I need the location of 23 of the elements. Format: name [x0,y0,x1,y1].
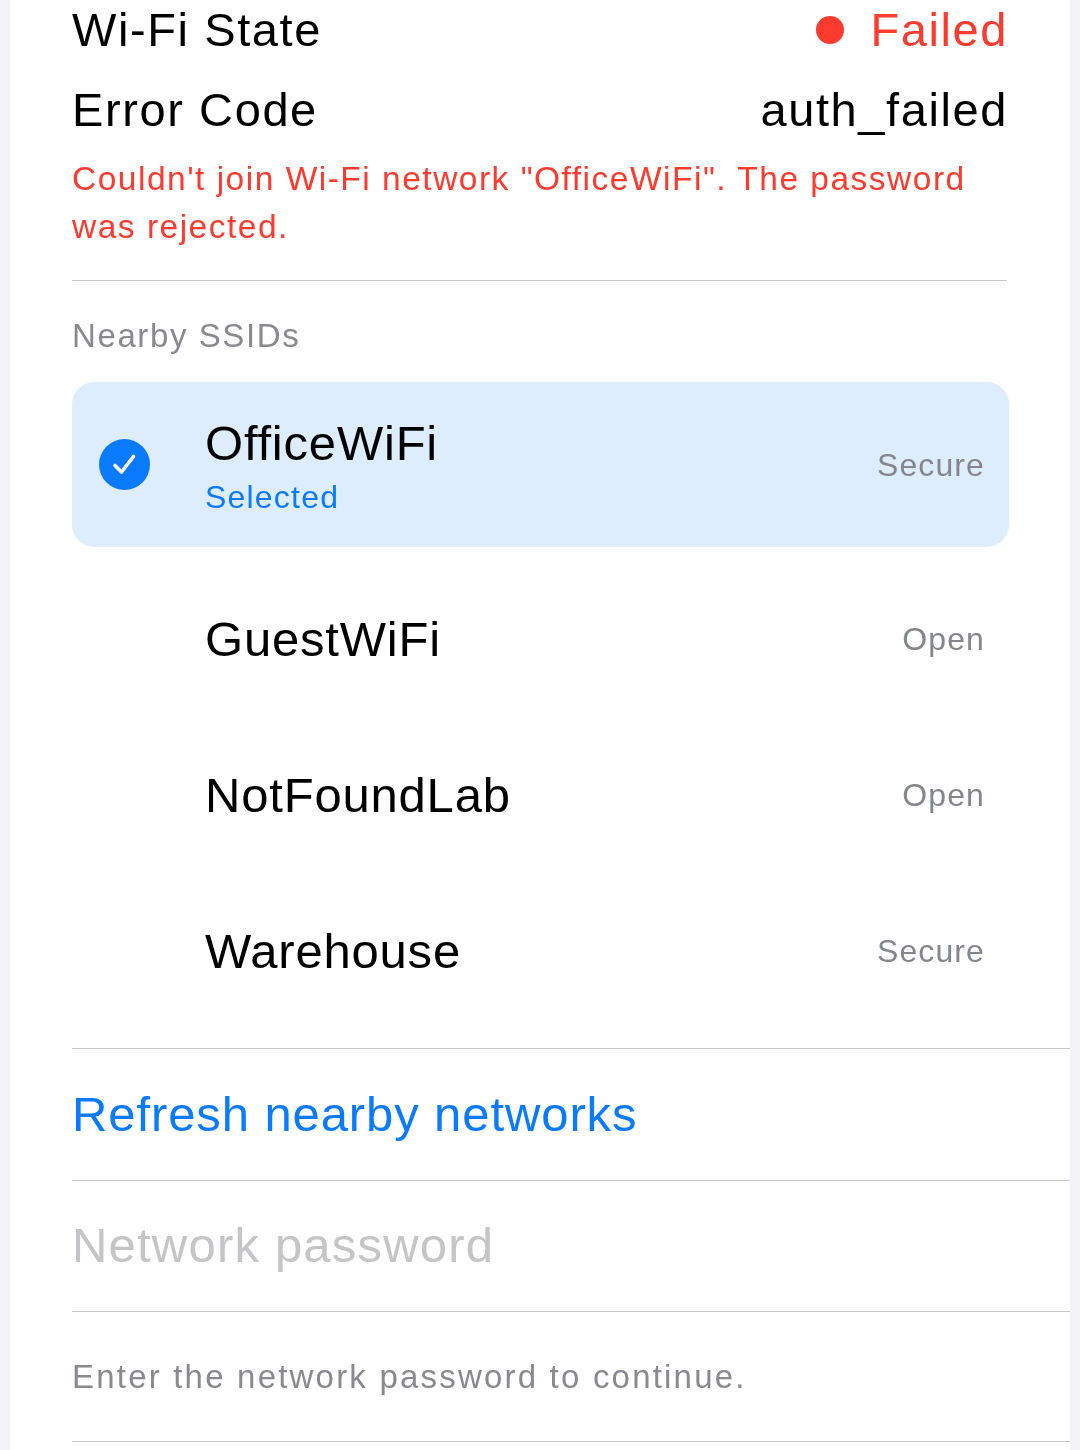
status-label: Wi-Fi State [72,1,322,58]
network-name: OfficeWiFi [205,414,439,472]
section-header: Nearby SSIDs [72,316,302,356]
network-name: Warehouse [205,923,461,980]
network-name: GuestWiFi [205,611,441,668]
status-label: Error Code [72,81,318,138]
security-label: Secure [877,932,985,971]
network-list-item[interactable]: NotFoundLab Open [72,717,1009,873]
security-label: Secure [877,445,985,485]
security-label: Open [902,620,985,659]
network-list-item[interactable]: Warehouse Secure [72,873,1009,1029]
password-field[interactable]: Network password [72,1209,932,1283]
status-value: auth_failed [760,81,1008,138]
security-label: Open [902,776,985,815]
status-value: Failed [870,1,1008,58]
network-name: NotFoundLab [205,767,511,824]
network-list-item[interactable]: GuestWiFi Open [72,561,1009,717]
network-status: Selected [205,477,340,517]
help-text: Enter the network password to continue. [72,1356,747,1397]
error-message: Couldn't join Wi-Fi network "OfficeWiFi". The password was rejected. [72,155,1007,281]
checkmark-circle-icon [99,439,150,490]
network-list-item[interactable]: OfficeWiFi Selected Secure [72,382,1009,547]
refresh-link[interactable]: Refresh nearby networks [72,1077,638,1152]
